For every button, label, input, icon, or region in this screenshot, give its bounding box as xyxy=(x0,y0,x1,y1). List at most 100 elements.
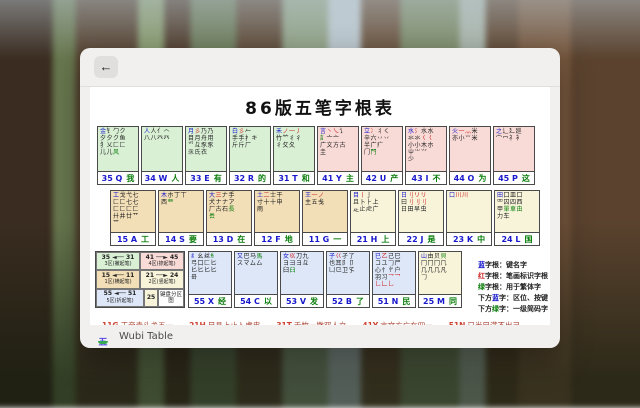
key-roots: 之辶廴廵宀冖礻衤 xyxy=(494,127,534,171)
key-label-bar: 13 D在 xyxy=(207,232,251,245)
content-card: 86版五笔字根表 金钅勹ク夕夕ク鱼犭乂匚匚儿儿风35 Q我人人亻𠆢八八癶癶34 … xyxy=(90,87,550,325)
window-footer[interactable]: 五 Wubi Table xyxy=(80,325,560,348)
key-cell-Q: 金钅勹ク夕夕ク鱼犭乂匚匚儿儿风35 Q我 xyxy=(97,126,139,185)
key-roots: 目丨亅且卜⺊上龰止虍广 xyxy=(351,191,395,232)
key-roots: 禾ノ一丿竹⺮彳彳彳攵夂 xyxy=(274,127,314,171)
key-label-bar: 21 H上 xyxy=(351,232,395,245)
key-label-bar: 14 S要 xyxy=(159,232,203,245)
key-label-bar: 43 I不 xyxy=(406,171,446,184)
key-label-bar: 33 E有 xyxy=(186,171,226,184)
app-name: Wubi Table xyxy=(119,331,173,342)
legend-line: 蓝字根：键名字 xyxy=(478,260,548,271)
legend-line: 下方蓝字：区位、按键 xyxy=(478,293,548,304)
key-roots: 口川川 xyxy=(447,191,491,232)
key-cell-S: 木朩丁丅西覀14 S要 xyxy=(158,190,204,246)
key-roots: 金钅勹ク夕夕ク鱼犭乂匚匚儿儿风 xyxy=(98,127,138,171)
page-title: 86版五笔字根表 xyxy=(90,94,550,119)
key-roots: 女巛刀九ヨ彐ヨ彑臼𦥑 xyxy=(281,252,323,294)
key-label-bar: 52 B了 xyxy=(327,294,369,307)
key-roots: 山由贝貝冂冂冂𠘨几几几凡𠃌 xyxy=(419,252,461,294)
zone-map-cell-3: 35 ◄── 31 3区(撇起笔) xyxy=(96,252,140,270)
keyboard-row-3: 35 ◄── 31 3区(撇起笔) 41 ──► 45 4区(捺起笔) 15 ◄… xyxy=(95,251,550,315)
key-roots: 大三𠂇手犬ナナア厂古石長镸 xyxy=(207,191,251,232)
zone-map-cell-25: 25 xyxy=(144,289,158,307)
key-roots: 已乙己巳コユ𠃌尸心忄㣺户羽习乛乛乚𠃊乚 xyxy=(373,252,415,294)
back-button[interactable]: ← xyxy=(94,56,118,78)
key-roots: 日刂リリ曰刂刂刂日田早虫 xyxy=(399,191,443,232)
key-cell-U: 立冫丬く辛六丷丷半广疒门門42 U产 xyxy=(361,126,403,185)
key-roots: 木朩丁丅西覀 xyxy=(159,191,203,232)
key-cell-T: 禾ノ一丿竹⺮彳彳彳攵夂31 T和 xyxy=(273,126,315,185)
window-toolbar: ← xyxy=(80,48,560,87)
key-roots: 立冫丬く辛六丷丷半广疒门門 xyxy=(362,127,402,171)
key-label-bar: 24 L国 xyxy=(495,232,539,245)
key-roots: 纟幺丝糹弓口匚匕匕匕匕匕毌 xyxy=(189,252,231,294)
key-label-bar: 22 J是 xyxy=(399,232,443,245)
keyboard-row-1: 金钅勹ク夕夕ク鱼犭乂匚匚儿儿风35 Q我人人亻𠆢八八癶癶34 W人月彡乃乃目月舟… xyxy=(97,126,550,185)
zone-map-cell-2: 21 ──► 24 2区(竖起笔) xyxy=(140,270,184,288)
zone-map-cell-1: 15 ◄── 11 1区(横起笔) xyxy=(96,270,140,288)
key-cell-C: 又巴马馬スマム厶54 C以 xyxy=(234,251,278,308)
key-cell-V: 女巛刀九ヨ彐ヨ彑臼𦥑53 V发 xyxy=(280,251,324,308)
key-label-bar: 41 Y主 xyxy=(318,171,358,184)
key-cell-J: 日刂リリ曰刂刂刂日田早虫22 J是 xyxy=(398,190,444,246)
keyboard-zone-map: 35 ◄── 31 3区(撇起笔) 41 ──► 45 4区(捺起笔) 15 ◄… xyxy=(95,251,185,308)
key-cell-W: 人人亻𠆢八八癶癶34 W人 xyxy=(141,126,183,185)
key-cell-R: 白彡𠂉手手扌キ斤斤厂32 R的 xyxy=(229,126,271,185)
key-cell-N: 已乙己巳コユ𠃌尸心忄㣺户羽习乛乛乚𠃊乚51 N民 xyxy=(372,251,416,308)
back-arrow-icon: ← xyxy=(100,59,113,74)
keyboard-row-2: 工戈弋七匚匚七七匚匚匚匚廾井廿艹艹15 A工木朩丁丅西覀14 S要大三𠂇手犬ナナ… xyxy=(110,190,550,246)
key-roots: 土二士干寸十十申雨 xyxy=(255,191,299,232)
key-cell-F: 土二士干寸十十申雨12 F地 xyxy=(254,190,300,246)
key-cell-P: 之辶廴廵宀冖礻衤45 P这 xyxy=(493,126,535,185)
zone-map-title: 键盘分区图 xyxy=(158,289,184,307)
key-label-bar: 55 X经 xyxy=(189,294,231,307)
mnemonic-note: 41Y言文方广在四一 xyxy=(362,320,432,325)
key-cell-E: 月彡乃乃目月舟用爫彑豕豕乑氏衣33 E有 xyxy=(185,126,227,185)
key-cell-B: 子巜孑了也耳阝卩凵㔾卫孓52 B了 xyxy=(326,251,370,308)
key-label-bar: 12 F地 xyxy=(255,232,299,245)
key-label-bar: 44 O为 xyxy=(450,171,490,184)
key-label-bar: 34 W人 xyxy=(142,171,182,184)
key-label-bar: 11 G一 xyxy=(303,232,347,245)
key-cell-X: 纟幺丝糹弓口匚匕匕匕匕匕毌55 X经 xyxy=(188,251,232,308)
key-cell-K: 口川川23 K中 xyxy=(446,190,492,246)
zone-map-cell-4: 41 ──► 45 4区(捺起笔) xyxy=(140,252,184,270)
key-cell-H: 目丨亅且卜⺊上龰止虍广21 H上 xyxy=(350,190,396,246)
key-label-bar: 35 Q我 xyxy=(98,171,138,184)
mnemonic-note: 51N已半巳满不出己 xyxy=(449,320,520,325)
key-label-bar: 32 R的 xyxy=(230,171,270,184)
legend-line: 红字根：笔画标识字根 xyxy=(478,271,548,282)
key-cell-M: 山由贝貝冂冂冂𠘨几几几凡𠃌25 M同 xyxy=(418,251,462,308)
key-roots: 又巴马馬スマム厶 xyxy=(235,252,277,294)
key-roots: 火一灬米亦小⺌米 xyxy=(450,127,490,171)
zone-map-cell-5: 55 ◄── 51 5区(折起笔) xyxy=(96,289,144,307)
key-roots: 工戈弋七匚匚七七匚匚匚匚廾井廿艹艹 xyxy=(111,191,155,232)
key-roots: 人人亻𠆢八八癶癶 xyxy=(142,127,182,171)
key-cell-I: 水氵水水氺氺𡿨𡿨小小木朩屮⺌⺍少43 I不 xyxy=(405,126,447,185)
legend-line: 下方绿字：一级简码字 xyxy=(478,304,548,315)
key-roots: 白彡𠂉手手扌キ斤斤厂 xyxy=(230,127,270,171)
key-label-bar: 15 A工 xyxy=(111,232,155,245)
key-roots: 田囗皿口罒囚四西甲單車甶力车 xyxy=(495,191,539,232)
key-label-bar: 53 V发 xyxy=(281,294,323,307)
mnemonic-note: 21H目具上止卜虎皮 xyxy=(189,320,260,325)
key-cell-L: 田囗皿口罒囚四西甲單車甶力车24 L国 xyxy=(494,190,540,246)
key-label-bar: 42 U产 xyxy=(362,171,402,184)
key-roots: 言丶乀讠訁亠亠广文方古圭 xyxy=(318,127,358,171)
key-cell-A: 工戈弋七匚匚七七匚匚匚匚廾井廿艹艹15 A工 xyxy=(110,190,156,246)
key-roots: 水氵水水氺氺𡿨𡿨小小木朩屮⺌⺍少 xyxy=(406,127,446,171)
mnemonic-note: 11G王旁青头戋五一 xyxy=(102,320,173,325)
key-label-bar: 51 N民 xyxy=(373,294,415,307)
legend-line: 绿字根：用于繁体字 xyxy=(478,282,548,293)
color-legend: 蓝字根：键名字红字根：笔画标识字根绿字根：用于繁体字下方蓝字：区位、按键下方绿字… xyxy=(478,260,548,315)
key-label-bar: 45 P这 xyxy=(494,171,534,184)
key-roots: 王一ノ主五戋 xyxy=(303,191,347,232)
key-roots: 子巜孑了也耳阝卩凵㔾卫孓 xyxy=(327,252,369,294)
mnemonic-note: 31T禾竹一撇双人立 xyxy=(276,320,346,325)
mnemonic-notes: 11G王旁青头戋五一 21H目具上止卜虎皮 31T禾竹一撇双人立 41Y言文方广在四一… xyxy=(102,320,520,325)
app-window: ← 86版五笔字根表 金钅勹ク夕夕ク鱼犭乂匚匚儿儿风35 Q我人人亻𠆢八八癶癶3… xyxy=(80,48,560,348)
key-label-bar: 23 K中 xyxy=(447,232,491,245)
key-label-bar: 31 T和 xyxy=(274,171,314,184)
keyboard-row-3-cells: 纟幺丝糹弓口匚匕匕匕匕匕毌55 X经又巴马馬スマム厶54 C以女巛刀九ヨ彐ヨ彑臼… xyxy=(188,251,462,315)
